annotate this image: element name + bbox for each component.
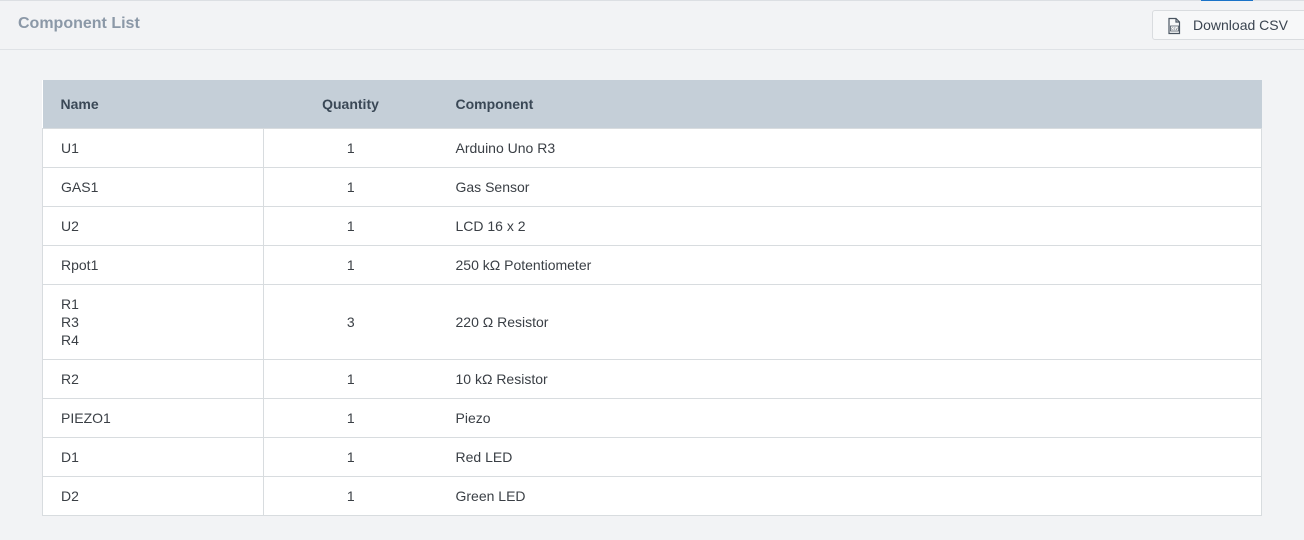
column-header-name[interactable]: Name [43, 80, 264, 128]
component-designator: R3 [61, 313, 79, 330]
component-designator: D1 [61, 448, 79, 465]
cell-name: U2 [42, 206, 264, 246]
component-designator: GAS1 [61, 178, 99, 195]
component-designator: R2 [61, 370, 79, 387]
cell-component: LCD 16 x 2 [437, 206, 1262, 246]
component-designator: Rpot1 [61, 256, 99, 273]
table-row: D2 1 Green LED [42, 476, 1262, 516]
component-table: Name Quantity Component U1 1 Arduino Uno R… [42, 80, 1262, 516]
cell-quantity: 1 [263, 437, 438, 477]
cell-name: GAS1 [42, 167, 264, 207]
cell-component: Arduino Uno R3 [437, 128, 1262, 168]
page-title: Component List [18, 15, 140, 32]
table-row: GAS1 1 Gas Sensor [42, 167, 1262, 207]
cell-component: Green LED [437, 476, 1262, 516]
cell-component: 220 Ω Resistor [437, 284, 1262, 360]
cell-name: D1 [42, 437, 264, 477]
cell-component: 250 kΩ Potentiometer [437, 245, 1262, 285]
cell-component: Gas Sensor [437, 167, 1262, 207]
table-row: Rpot1 1 250 kΩ Potentiometer [42, 245, 1262, 285]
cell-component: Red LED [437, 437, 1262, 477]
cell-component: Piezo [437, 398, 1262, 438]
cell-quantity: 1 [263, 398, 438, 438]
cell-component: 10 kΩ Resistor [437, 359, 1262, 399]
table-row: R1 R3 R4 3 220 Ω Resistor [42, 284, 1262, 360]
panel-header: Component List csv Download CSV [0, 1, 1304, 50]
column-header-quantity[interactable]: Quantity [264, 80, 438, 128]
component-designator: D2 [61, 487, 79, 504]
component-designator: R1 [61, 295, 79, 312]
cell-quantity: 1 [263, 476, 438, 516]
cell-quantity: 3 [263, 284, 438, 360]
cell-name: PIEZO1 [42, 398, 264, 438]
cell-quantity: 1 [263, 167, 438, 207]
table-header-row: Name Quantity Component [42, 80, 1262, 128]
component-designator: U1 [61, 139, 79, 156]
cell-name: R2 [42, 359, 264, 399]
table-row: D1 1 Red LED [42, 437, 1262, 477]
table-row: U1 1 Arduino Uno R3 [42, 128, 1262, 168]
cell-quantity: 1 [263, 359, 438, 399]
table-row: R2 1 10 kΩ Resistor [42, 359, 1262, 399]
component-designator: R4 [61, 331, 79, 348]
cell-name: U1 [42, 128, 264, 168]
component-designator: PIEZO1 [61, 409, 111, 426]
component-designator: U2 [61, 217, 79, 234]
download-csv-button[interactable]: csv Download CSV [1152, 10, 1304, 40]
table-row: PIEZO1 1 Piezo [42, 398, 1262, 438]
cell-name: Rpot1 [42, 245, 264, 285]
cell-quantity: 1 [263, 128, 438, 168]
csv-file-icon: csv [1165, 17, 1183, 35]
cell-name: R1 R3 R4 [42, 284, 264, 360]
column-header-component[interactable]: Component [438, 80, 1262, 128]
cell-quantity: 1 [263, 206, 438, 246]
svg-text:csv: csv [1171, 26, 1178, 31]
cell-quantity: 1 [263, 245, 438, 285]
cell-name: D2 [42, 476, 264, 516]
download-csv-label: Download CSV [1193, 17, 1288, 33]
component-table-container: Name Quantity Component U1 1 Arduino Uno R… [42, 80, 1262, 516]
table-row: U2 1 LCD 16 x 2 [42, 206, 1262, 246]
